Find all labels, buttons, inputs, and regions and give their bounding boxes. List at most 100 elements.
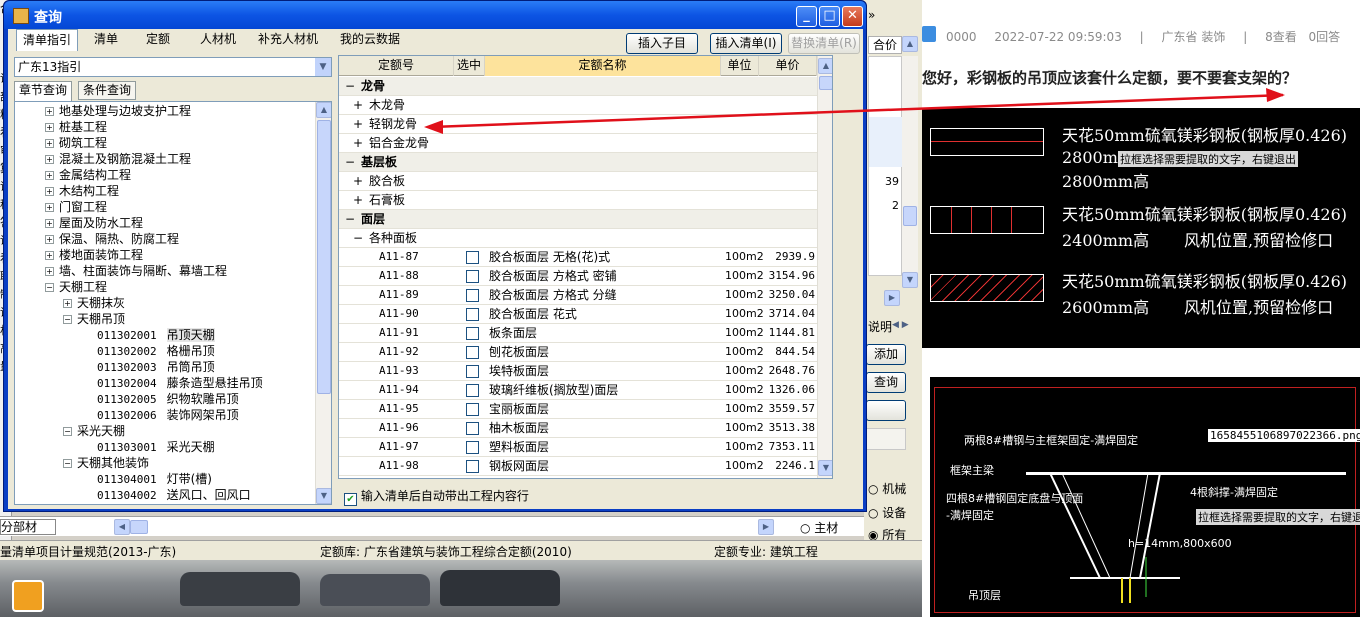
tree-node[interactable]: + 砌筑工程 [45, 135, 107, 151]
expand-icon[interactable]: + [45, 267, 54, 276]
bg-blank-field[interactable] [866, 428, 906, 450]
select-checkbox[interactable] [466, 365, 479, 378]
expand-icon[interactable]: + [353, 172, 363, 191]
select-checkbox[interactable] [466, 422, 479, 435]
quota-row[interactable]: A11-95 宝丽板面层 100m2 3559.57 [339, 400, 817, 419]
subgroup-row[interactable]: + 石膏板 [339, 191, 817, 210]
collapse-icon[interactable]: − [345, 210, 355, 229]
tab-labor-material[interactable]: 人材机 [194, 29, 242, 51]
select-checkbox[interactable] [466, 289, 479, 302]
chevron-down-icon[interactable]: ▼ [315, 58, 331, 76]
collapse-icon[interactable]: − [63, 315, 72, 324]
expand-icon[interactable]: + [353, 134, 363, 153]
tab-cloud-data[interactable]: 我的云数据 [334, 29, 406, 51]
tree-node[interactable]: + 屋面及防水工程 [45, 215, 143, 231]
expand-icon[interactable]: + [45, 219, 54, 228]
bg-add-button[interactable]: 添加 [866, 344, 906, 365]
col-header-unit[interactable]: 单位 [721, 56, 759, 76]
bg-scroll-right-button[interactable]: ▶ [884, 290, 900, 306]
quota-row[interactable]: A11-93 埃特板面层 100m2 2648.76 [339, 362, 817, 381]
bg-radio-main-material[interactable]: ○ 主材 [800, 519, 838, 536]
select-checkbox[interactable] [466, 251, 479, 264]
group-row[interactable]: − 基层板 [339, 153, 817, 172]
tree-node[interactable]: − 天棚吊顶 [63, 311, 125, 327]
collapse-icon[interactable]: − [63, 427, 72, 436]
expand-icon[interactable]: + [353, 115, 363, 134]
expand-icon[interactable]: + [63, 299, 72, 308]
tree-node[interactable]: − 天棚其他装饰 [63, 455, 149, 471]
bg-top-marker[interactable]: » [868, 8, 875, 22]
tree-scroll-thumb[interactable] [317, 120, 331, 394]
bg-scroll-down-button[interactable]: ▼ [902, 272, 918, 288]
tree-node[interactable]: + 木结构工程 [45, 183, 119, 199]
scroll-down-icon[interactable]: ▼ [316, 488, 331, 504]
expand-icon[interactable]: + [45, 171, 54, 180]
expand-icon[interactable]: + [45, 139, 54, 148]
select-checkbox[interactable] [466, 327, 479, 340]
select-checkbox[interactable] [466, 346, 479, 359]
quota-row[interactable]: A11-91 板条面层 100m2 1144.81 [339, 324, 817, 343]
subtab-condition-query[interactable]: 条件查询 [78, 81, 137, 100]
scroll-down-icon[interactable]: ▼ [818, 460, 832, 476]
quota-row[interactable]: A11-96 柚木板面层 100m2 3513.38 [339, 419, 817, 438]
question-location[interactable]: 广东省 装饰 [1162, 30, 1226, 44]
subgroup-row[interactable]: + 木龙骨 [339, 96, 817, 115]
replace-list-button[interactable]: 替换清单(R) [788, 33, 860, 54]
tree-leaf[interactable]: 011302004 藤条造型悬挂吊顶 [97, 375, 263, 391]
grid-scroll-thumb[interactable] [819, 76, 832, 90]
collapse-icon[interactable]: − [45, 283, 54, 292]
bg-scroll-thumb[interactable] [903, 206, 917, 226]
auto-bring-checkbox[interactable]: ✔ 输入清单后自动带出工程内容行 [344, 487, 529, 506]
tree-node[interactable]: + 门窗工程 [45, 199, 107, 215]
tab-extra-material[interactable]: 补充人材机 [252, 29, 324, 51]
tab-list[interactable]: 清单 [88, 29, 124, 51]
maximize-button[interactable]: □ [819, 6, 840, 27]
expand-icon[interactable]: + [45, 251, 54, 260]
scroll-up-icon[interactable]: ▲ [818, 58, 832, 74]
quota-row[interactable]: A11-89 胶合板面层 方格式 分缝 100m2 3250.04 [339, 286, 817, 305]
region-select[interactable]: 广东13指引 ▼ [14, 57, 332, 77]
group-row[interactable]: − 面层 [339, 210, 817, 229]
tree-vscroll[interactable]: ▲ ▼ [315, 102, 331, 504]
tree-node[interactable]: + 楼地面装饰工程 [45, 247, 143, 263]
select-checkbox[interactable] [466, 441, 479, 454]
tree-node[interactable]: + 桩基工程 [45, 119, 107, 135]
quota-row[interactable]: A11-97 塑料板面层 100m2 7353.11 [339, 438, 817, 457]
checkbox-checked-icon[interactable]: ✔ [344, 493, 357, 506]
expand-icon[interactable]: + [45, 235, 54, 244]
cad-image-frame-detail[interactable]: 两根8#槽钢与主框架固定-满焊固定 1658455106897022366.pn… [930, 377, 1360, 617]
tree-node[interactable]: + 墙、柱面装饰与隔断、幕墙工程 [45, 263, 227, 279]
collapse-icon[interactable]: − [63, 459, 72, 468]
col-header-price[interactable]: 单价 [759, 56, 817, 76]
tab-list-guide[interactable]: 清单指引 [16, 29, 79, 51]
subgroup-row[interactable]: + 铝合金龙骨 [339, 134, 817, 153]
tree-node[interactable]: + 天棚抹灰 [63, 295, 125, 311]
tree-node[interactable]: + 保温、隔热、防腐工程 [45, 231, 179, 247]
subgroup-row[interactable]: + 胶合板 [339, 172, 817, 191]
select-checkbox[interactable] [466, 308, 479, 321]
bg-radio-machine[interactable]: ○ 机械 [868, 480, 906, 497]
tree-leaf[interactable]: 011304002 送风口、回风口 [97, 487, 251, 503]
bg-query-button[interactable]: 查询 [866, 372, 906, 393]
collapse-icon[interactable]: − [353, 229, 363, 248]
tree-node[interactable]: + 混凝土及钢筋混凝土工程 [45, 151, 191, 167]
select-checkbox[interactable] [466, 270, 479, 283]
bg-sheet-tab[interactable]: 分部材 [0, 519, 56, 535]
select-checkbox[interactable] [466, 403, 479, 416]
grid-vscroll[interactable]: ▲ ▼ [817, 56, 832, 478]
select-checkbox[interactable] [466, 460, 479, 473]
tree-leaf-selected[interactable]: 011302001 吊顶天棚 [97, 327, 215, 343]
expand-icon[interactable]: + [45, 187, 54, 196]
insert-list-button[interactable]: 插入清单(I) [710, 33, 782, 54]
cad-image-ceiling-types[interactable]: 天花50mm硫氧镁彩钢板(钢板厚0.426) 2800m 拉框选择需要提取的文字… [922, 108, 1360, 348]
tree-node[interactable]: − 天棚工程 [45, 279, 107, 295]
col-header-code[interactable]: 定额号 [339, 56, 454, 76]
expand-icon[interactable]: + [353, 96, 363, 115]
tree-leaf[interactable]: 011303001 采光天棚 [97, 439, 215, 455]
expand-icon[interactable]: + [353, 191, 363, 210]
tree-leaf[interactable]: 011302005 织物软雕吊顶 [97, 391, 239, 407]
tree-leaf[interactable]: 011302006 装饰网架吊顶 [97, 407, 239, 423]
select-checkbox[interactable] [466, 384, 479, 397]
tree-leaf[interactable]: 011304001 灯带(槽) [97, 471, 212, 487]
tree-node[interactable]: + 金属结构工程 [45, 167, 131, 183]
